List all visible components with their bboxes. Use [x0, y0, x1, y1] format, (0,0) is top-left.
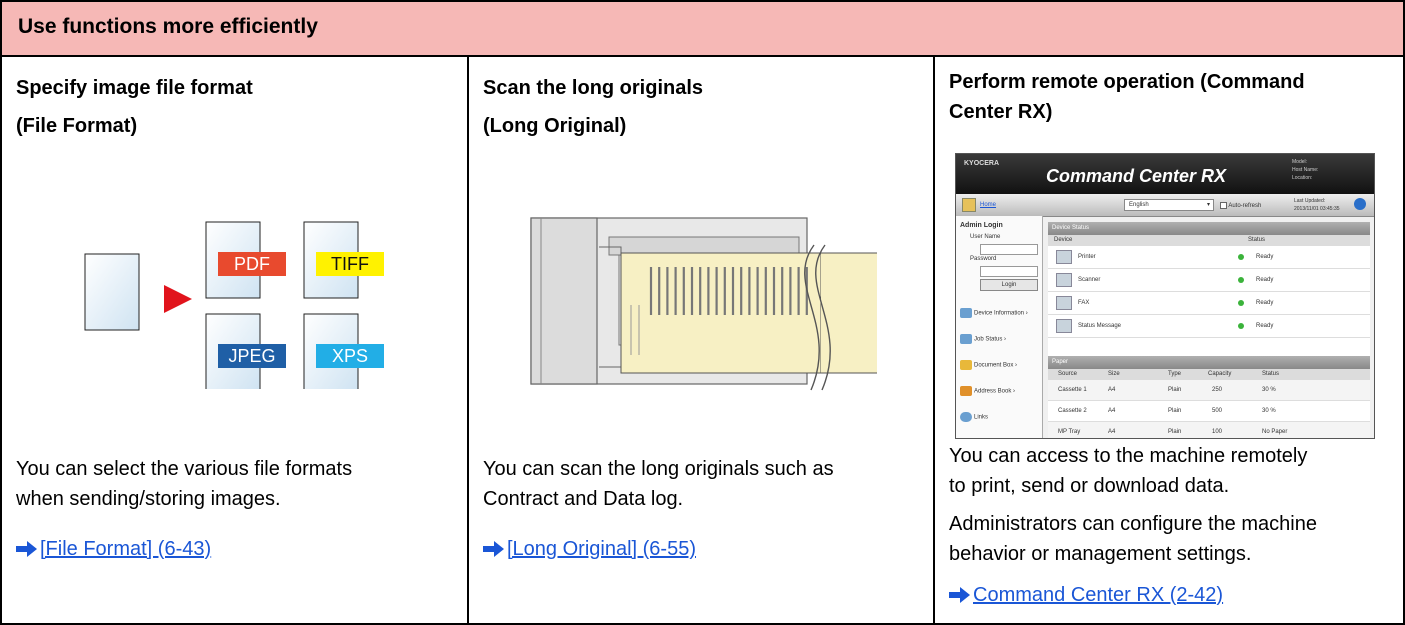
long-original-title: Scan the long originals (Long Original) — [483, 77, 704, 137]
scanner-icon — [1056, 273, 1072, 287]
file-format-description: You can select the various file formats … — [16, 458, 353, 510]
nav-address-book[interactable]: Address Book › — [960, 386, 1015, 396]
user-name-input[interactable] — [980, 244, 1038, 255]
device-row: FAX Ready — [1048, 292, 1370, 315]
command-center-link[interactable]: Command Center RX (2-42) — [949, 581, 1223, 609]
command-center-link-text[interactable]: Command Center RX (2-42) — [973, 581, 1223, 609]
file-format-title: Specify image file format (File Format) — [16, 77, 253, 137]
admin-login-title: Admin Login — [960, 222, 1003, 229]
cc-main: Device Status Device Status Printer Ready… — [1048, 222, 1370, 438]
xps-label: XPS — [332, 346, 368, 366]
device-status-header: Device Status — [1048, 222, 1370, 235]
job-status-icon — [960, 334, 972, 344]
page-frame: Use functions more efficiently Specify i… — [0, 0, 1405, 625]
links-icon — [960, 412, 972, 422]
nav-links[interactable]: Links — [960, 412, 988, 422]
long-original-description: You can scan the long originals such as … — [483, 458, 834, 510]
device-status-columns: Device Status — [1048, 235, 1370, 246]
device-row: Scanner Ready — [1048, 269, 1370, 292]
cc-title: Command Center RX — [1046, 166, 1227, 186]
language-select[interactable]: English ▾ — [1124, 199, 1214, 211]
paper-header: Paper — [1048, 356, 1370, 369]
status-dot — [1238, 277, 1244, 283]
command-center-screenshot: KYOCERA Command Center RX Model: Host Na… — [955, 153, 1375, 439]
file-format-illustration: PDF TIFF JPEG XPS — [84, 221, 384, 389]
cc-info: Model: Host Name: Location: — [1292, 159, 1319, 181]
remote-operation-column: Perform remote operation (Command Center… — [935, 57, 1403, 623]
password-input[interactable] — [980, 266, 1038, 277]
address-book-icon — [960, 386, 972, 396]
device-information-icon — [960, 308, 972, 318]
remote-operation-description: You can access to the machine remotely t… — [949, 445, 1308, 497]
last-updated: Last Updated: 2013/11/01 03:45:35 — [1294, 198, 1340, 212]
file-format-link-text[interactable]: [File Format] (6-43) — [40, 535, 211, 563]
arrow-right-icon — [949, 587, 970, 603]
remote-operation-description-admin: Administrators can configure the machine… — [949, 513, 1317, 565]
long-original-link[interactable]: [Long Original] (6-55) — [483, 535, 696, 563]
paper-columns: Source Size Type Capacity Status — [1048, 369, 1370, 380]
section-header: Use functions more efficiently — [2, 2, 1403, 57]
status-dot — [1238, 300, 1244, 306]
long-original-link-text[interactable]: [Long Original] (6-55) — [507, 535, 696, 563]
source-page-icon — [84, 253, 140, 331]
nav-document-box[interactable]: Document Box › — [960, 360, 1017, 370]
nav-job-status[interactable]: Job Status › — [960, 334, 1006, 344]
status-dot — [1238, 254, 1244, 260]
file-format-column: Specify image file format (File Format) … — [2, 57, 469, 623]
paper-row: Cassette 2 A4 Plain 500 30 % — [1048, 401, 1370, 422]
tiff-label: TIFF — [331, 254, 369, 274]
kyocera-logo: KYOCERA — [964, 160, 1000, 167]
fax-icon — [1056, 296, 1072, 310]
login-button[interactable]: Login — [980, 279, 1038, 291]
file-format-link[interactable]: [File Format] (6-43) — [16, 535, 211, 563]
jpeg-label: JPEG — [228, 346, 275, 366]
refresh-icon[interactable] — [1354, 198, 1366, 210]
section-title: Use functions more efficiently — [18, 15, 318, 38]
nav-device-information[interactable]: Device Information › — [960, 308, 1028, 318]
password-label: Password — [970, 256, 997, 262]
remote-operation-title: Perform remote operation (Command Center… — [949, 71, 1305, 123]
cc-sidebar: Admin Login User Name Password Login Dev… — [956, 216, 1043, 438]
auto-refresh-checkbox[interactable]: Auto-refresh — [1220, 202, 1261, 209]
arrow-right-icon — [16, 541, 37, 557]
home-icon[interactable] — [962, 198, 976, 212]
long-original-column: Scan the long originals (Long Original) … — [469, 57, 935, 623]
convert-arrow-icon — [164, 285, 192, 313]
cc-toolbar: Home English ▾ Auto-refresh Last Updated:… — [956, 194, 1374, 217]
long-original-illustration — [530, 217, 877, 391]
status-message-icon — [1056, 319, 1072, 333]
device-row: Status Message Ready — [1048, 315, 1370, 338]
status-dot — [1238, 323, 1244, 329]
document-box-icon — [960, 360, 972, 370]
pdf-label: PDF — [234, 254, 270, 274]
device-row: Printer Ready — [1048, 246, 1370, 269]
home-link[interactable]: Home — [980, 202, 996, 208]
cc-header: KYOCERA Command Center RX Model: Host Na… — [956, 154, 1374, 194]
paper-row: Cassette 1 A4 Plain 250 30 % — [1048, 380, 1370, 401]
arrow-right-icon — [483, 541, 504, 557]
user-name-label: User Name — [970, 234, 1001, 240]
paper-row: MP Tray A4 Plain 100 No Paper — [1048, 422, 1370, 438]
printer-icon — [1056, 250, 1072, 264]
